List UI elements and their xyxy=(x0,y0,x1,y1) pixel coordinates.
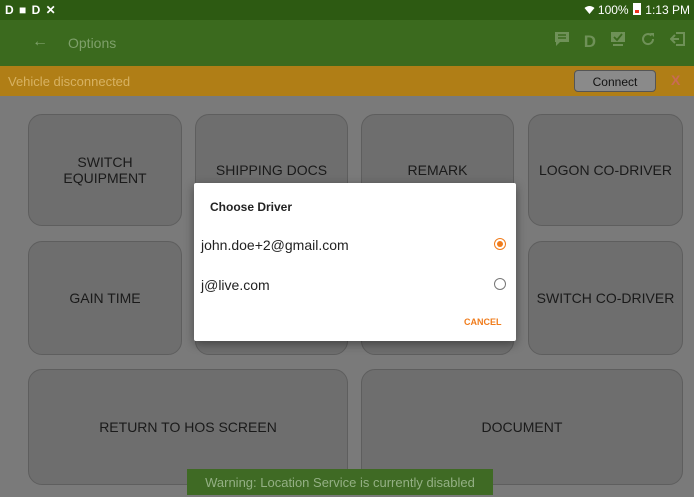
radio-selected-icon[interactable] xyxy=(494,238,506,250)
driver-option[interactable]: john.doe+2@gmail.com xyxy=(194,229,516,261)
gain-time-button[interactable]: GAIN TIME xyxy=(28,241,182,355)
toolbar-icons: D xyxy=(554,31,686,52)
message-icon[interactable] xyxy=(554,31,570,52)
clock: 1:13 PM xyxy=(645,3,690,17)
dismiss-alert-button[interactable]: X xyxy=(671,72,680,88)
status-bar: D ■ D ✕ 100% 1:13 PM xyxy=(0,0,694,20)
battery-percent: 100% xyxy=(597,3,629,17)
refresh-icon[interactable] xyxy=(640,31,656,52)
return-hos-button[interactable]: RETURN TO HOS SCREEN xyxy=(28,369,348,485)
dialog-title: Choose Driver xyxy=(210,200,293,214)
location-warning-toast: Warning: Location Service is currently d… xyxy=(187,469,493,495)
logout-icon[interactable] xyxy=(669,31,686,52)
cancel-button[interactable]: CANCEL xyxy=(464,317,502,327)
driver-option-label: john.doe+2@gmail.com xyxy=(201,237,349,253)
page-title: Options xyxy=(68,35,117,51)
logon-codriver-button[interactable]: LOGON CO-DRIVER xyxy=(528,114,683,226)
status-right: 100% 1:13 PM xyxy=(584,3,690,17)
alert-message: Vehicle disconnected xyxy=(8,74,131,89)
switch-equipment-button[interactable]: SWITCH EQUIPMENT xyxy=(28,114,182,226)
vehicle-alert-banner: Vehicle disconnected Connect X xyxy=(0,66,694,96)
switch-codriver-button[interactable]: SWITCH CO-DRIVER xyxy=(528,241,683,355)
inspection-icon[interactable] xyxy=(610,31,626,52)
connect-button[interactable]: Connect xyxy=(574,70,656,92)
app-bar: ← Options D xyxy=(0,20,694,66)
wifi-icon xyxy=(584,3,598,17)
back-arrow-icon[interactable]: ← xyxy=(32,33,48,51)
document-button[interactable]: DOCUMENT xyxy=(361,369,683,485)
radio-unselected-icon[interactable] xyxy=(494,278,506,290)
driver-option[interactable]: j@live.com xyxy=(194,269,516,301)
choose-driver-dialog: Choose Driver john.doe+2@gmail.com j@liv… xyxy=(194,183,516,341)
driver-option-label: j@live.com xyxy=(201,277,270,293)
battery-icon xyxy=(632,3,641,15)
driver-d-icon[interactable]: D xyxy=(584,32,596,52)
notification-icons: D ■ D ✕ xyxy=(5,3,57,17)
